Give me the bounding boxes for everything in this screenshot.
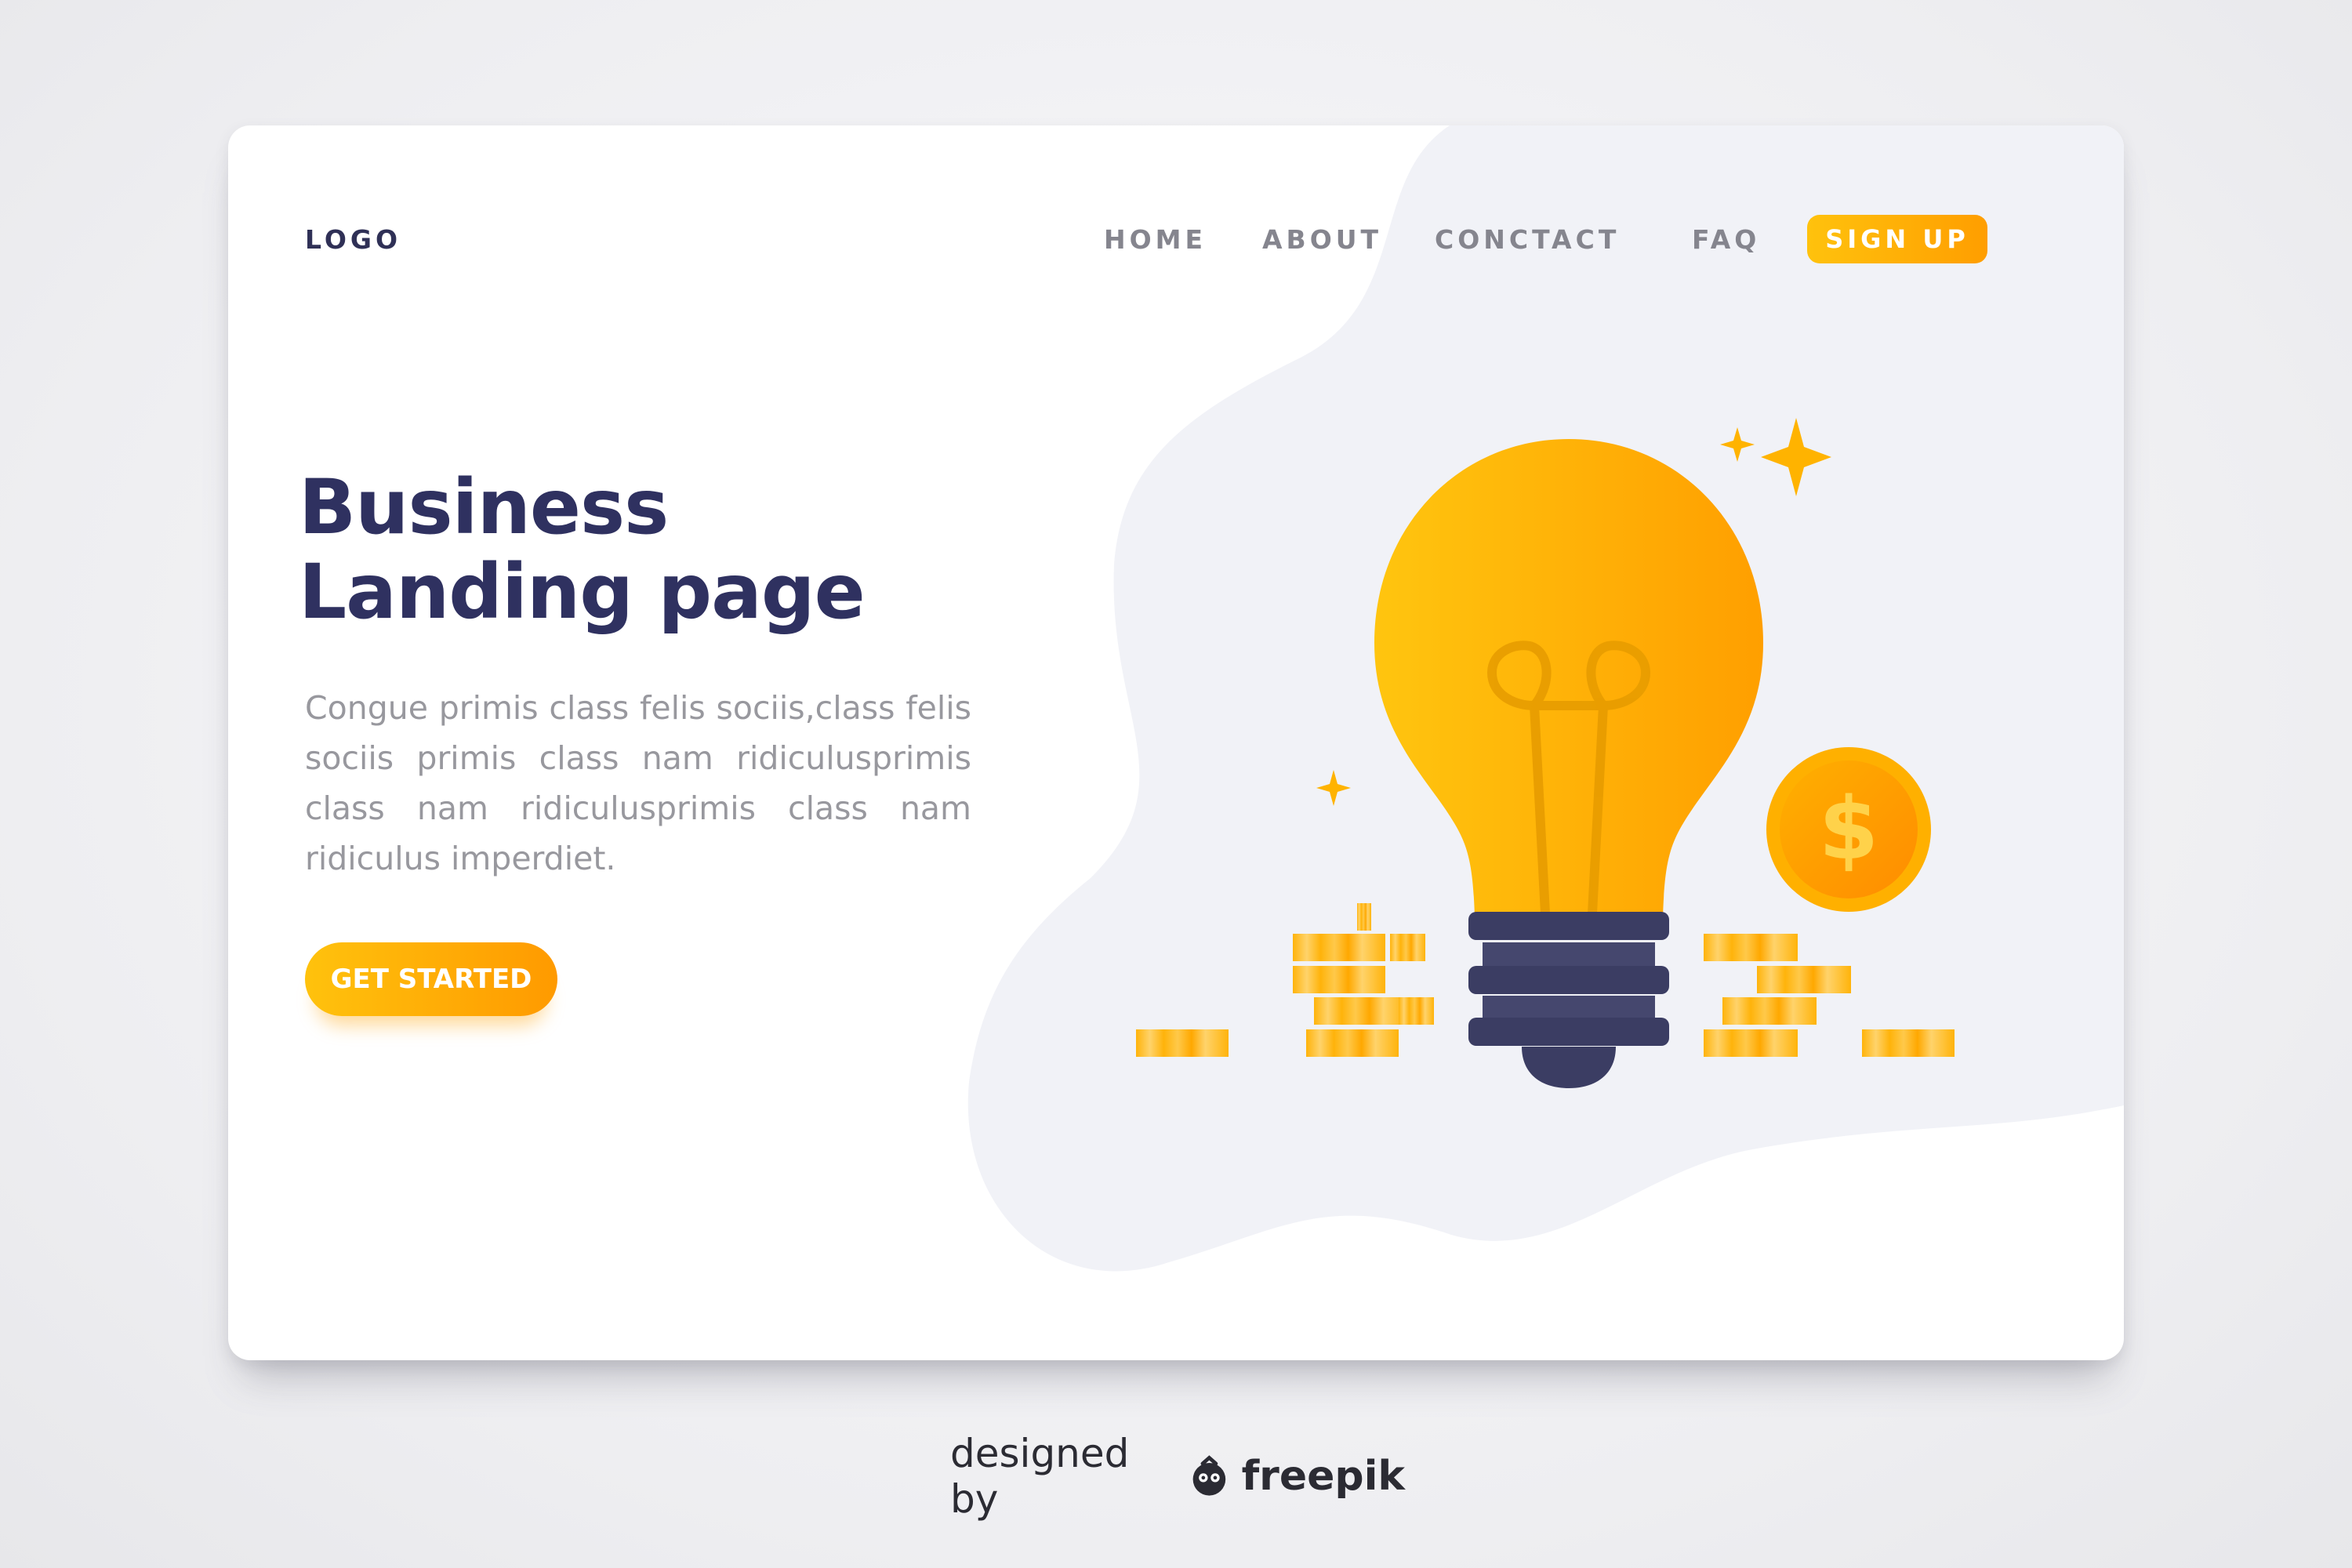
freepik-logo-icon	[1192, 1455, 1225, 1496]
credit-brand: freepik	[1241, 1453, 1405, 1500]
coin-symbol: $	[1819, 779, 1879, 879]
credit-lead: designed by	[950, 1431, 1130, 1522]
coin-stacks-left-icon	[1136, 903, 1434, 1057]
lightbulb-icon	[1374, 439, 1763, 1088]
designed-by-credit: designed by freepik	[950, 1431, 1405, 1522]
lightbulb-illustration: $	[1136, 418, 1955, 1088]
coin-stacks-right-icon	[1704, 934, 1955, 1057]
landing-page-card: LOGO HOME ABOUT CONCTACT FAQ SIGN UP Bus…	[228, 125, 2124, 1360]
dollar-coin-icon: $	[1766, 747, 1931, 912]
